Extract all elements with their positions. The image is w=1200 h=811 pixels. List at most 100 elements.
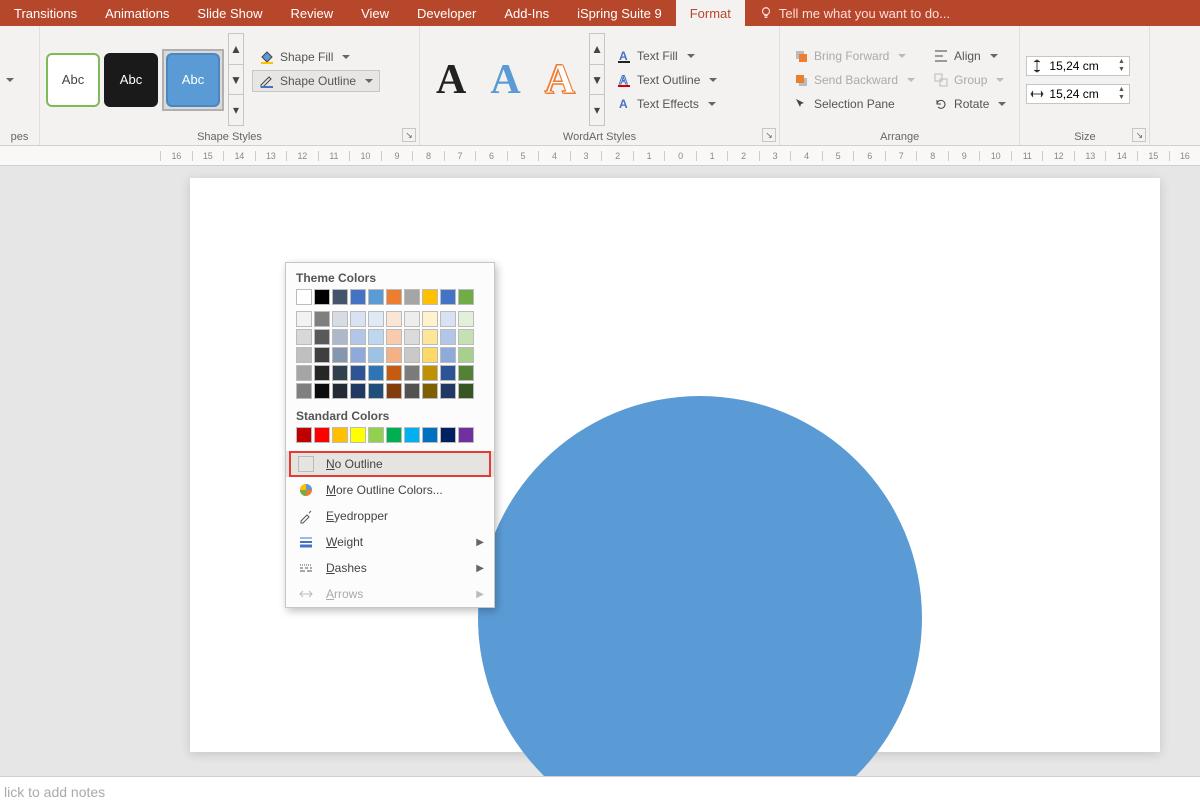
color-swatch[interactable] [440, 347, 456, 363]
color-swatch[interactable] [458, 365, 474, 381]
color-swatch[interactable] [368, 383, 384, 399]
color-swatch[interactable] [422, 427, 438, 443]
color-swatch[interactable] [314, 311, 330, 327]
color-swatch[interactable] [422, 311, 438, 327]
align-button[interactable]: Align [926, 45, 1013, 67]
color-swatch[interactable] [440, 311, 456, 327]
color-swatch[interactable] [350, 427, 366, 443]
color-swatch[interactable] [332, 347, 348, 363]
color-swatch[interactable] [368, 289, 384, 305]
color-swatch[interactable] [458, 427, 474, 443]
width-spinner[interactable]: ▲▼ [1115, 86, 1127, 102]
eyedropper-item[interactable]: Eyedropper [286, 503, 494, 529]
send-backward-button[interactable]: Send Backward [786, 69, 922, 91]
color-swatch[interactable] [296, 427, 312, 443]
color-swatch[interactable] [332, 329, 348, 345]
color-swatch[interactable] [404, 329, 420, 345]
color-swatch[interactable] [440, 329, 456, 345]
text-effects-button[interactable]: AText Effects [609, 93, 724, 115]
notes-pane[interactable]: lick to add notes [0, 776, 1200, 811]
color-swatch[interactable] [332, 289, 348, 305]
color-swatch[interactable] [332, 311, 348, 327]
height-input[interactable] [1049, 59, 1111, 73]
color-swatch[interactable] [404, 383, 420, 399]
color-swatch[interactable] [422, 347, 438, 363]
color-swatch[interactable] [386, 427, 402, 443]
color-swatch[interactable] [350, 383, 366, 399]
shape-style-preset-3-selected[interactable]: Abc [162, 49, 224, 111]
color-swatch[interactable] [296, 289, 312, 305]
color-swatch[interactable] [296, 347, 312, 363]
color-swatch[interactable] [314, 383, 330, 399]
shape-styles-dialog-launcher[interactable]: ↘ [402, 128, 416, 142]
color-swatch[interactable] [368, 365, 384, 381]
width-input[interactable] [1049, 87, 1111, 101]
group-objects-button[interactable]: Group [926, 69, 1013, 91]
tab-animations[interactable]: Animations [91, 0, 183, 26]
wordart-preset-1[interactable]: A [426, 56, 476, 104]
tab-review[interactable]: Review [276, 0, 347, 26]
color-swatch[interactable] [368, 347, 384, 363]
bring-forward-button[interactable]: Bring Forward [786, 45, 922, 67]
color-swatch[interactable] [350, 311, 366, 327]
color-swatch[interactable] [440, 365, 456, 381]
color-swatch[interactable] [458, 289, 474, 305]
wordart-gallery-more[interactable]: ▲▼▾ [589, 33, 605, 126]
color-swatch[interactable] [314, 347, 330, 363]
chevron-down-icon[interactable] [6, 78, 14, 82]
color-swatch[interactable] [296, 365, 312, 381]
color-swatch[interactable] [422, 383, 438, 399]
color-swatch[interactable] [350, 347, 366, 363]
color-swatch[interactable] [404, 365, 420, 381]
color-swatch[interactable] [314, 365, 330, 381]
no-outline-item[interactable]: NNo Outlineo Outline [286, 451, 494, 477]
color-swatch[interactable] [332, 383, 348, 399]
tab-format[interactable]: Format [676, 0, 745, 26]
selection-pane-button[interactable]: Selection Pane [786, 93, 922, 115]
text-outline-button[interactable]: AText Outline [609, 69, 724, 91]
color-swatch[interactable] [422, 289, 438, 305]
color-swatch[interactable] [386, 383, 402, 399]
color-swatch[interactable] [440, 383, 456, 399]
color-swatch[interactable] [368, 427, 384, 443]
color-swatch[interactable] [332, 365, 348, 381]
color-swatch[interactable] [296, 329, 312, 345]
color-swatch[interactable] [350, 329, 366, 345]
tab-addins[interactable]: Add-Ins [490, 0, 563, 26]
color-swatch[interactable] [314, 329, 330, 345]
shape-fill-button[interactable]: Shape Fill [252, 46, 380, 68]
color-swatch[interactable] [296, 311, 312, 327]
shape-style-preset-2[interactable]: Abc [104, 53, 158, 107]
tab-ispring[interactable]: iSpring Suite 9 [563, 0, 676, 26]
color-swatch[interactable] [332, 427, 348, 443]
color-swatch[interactable] [440, 427, 456, 443]
wordart-dialog-launcher[interactable]: ↘ [762, 128, 776, 142]
color-swatch[interactable] [422, 329, 438, 345]
color-swatch[interactable] [368, 329, 384, 345]
tab-developer[interactable]: Developer [403, 0, 490, 26]
tab-slideshow[interactable]: Slide Show [183, 0, 276, 26]
shape-outline-button[interactable]: Shape Outline [252, 70, 380, 92]
color-swatch[interactable] [386, 311, 402, 327]
color-swatch[interactable] [314, 427, 330, 443]
color-swatch[interactable] [458, 383, 474, 399]
shape-style-gallery-more[interactable]: ▲▼▾ [228, 33, 244, 126]
rotate-button[interactable]: Rotate [926, 93, 1013, 115]
tab-view[interactable]: View [347, 0, 403, 26]
height-spinner[interactable]: ▲▼ [1115, 58, 1127, 74]
weight-item[interactable]: Weight▶ [286, 529, 494, 555]
color-swatch[interactable] [458, 311, 474, 327]
color-swatch[interactable] [386, 329, 402, 345]
color-swatch[interactable] [422, 365, 438, 381]
color-swatch[interactable] [296, 383, 312, 399]
color-swatch[interactable] [386, 347, 402, 363]
color-swatch[interactable] [440, 289, 456, 305]
tell-me-search[interactable]: Tell me what you want to do... [745, 0, 964, 26]
color-swatch[interactable] [368, 311, 384, 327]
color-swatch[interactable] [404, 427, 420, 443]
dashes-item[interactable]: Dashes▶ [286, 555, 494, 581]
tab-transitions[interactable]: Transitions [0, 0, 91, 26]
text-fill-button[interactable]: AText Fill [609, 45, 724, 67]
color-swatch[interactable] [458, 347, 474, 363]
color-swatch[interactable] [404, 311, 420, 327]
